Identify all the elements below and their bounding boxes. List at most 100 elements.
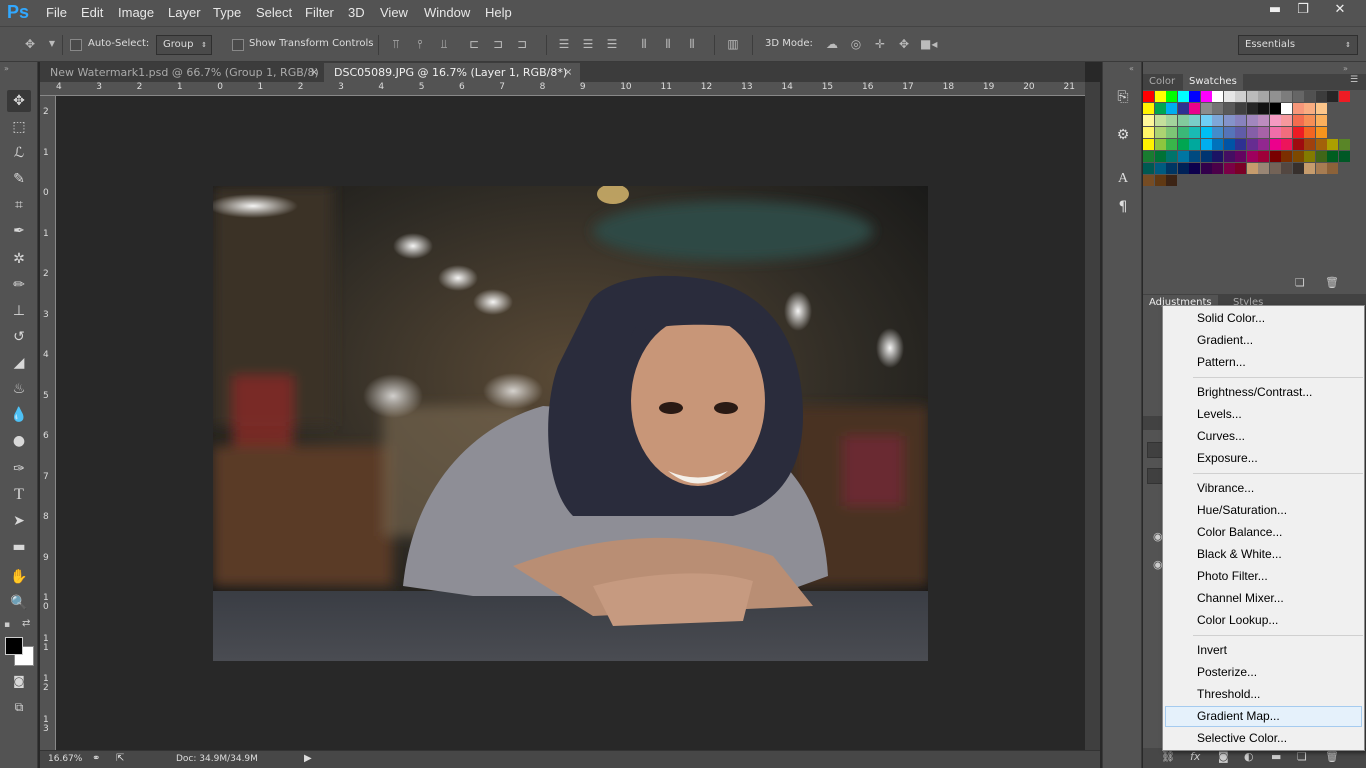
new-layer-icon[interactable]: ❏ (1297, 750, 1307, 763)
color-swatch[interactable] (1315, 115, 1327, 126)
collapse-icon[interactable]: « (1129, 64, 1134, 73)
paragraph-panel-icon[interactable]: ¶ (1112, 196, 1134, 218)
distribute-top-icon[interactable]: ☰ (556, 36, 572, 52)
color-swatch[interactable] (1154, 151, 1166, 162)
color-swatch[interactable] (1189, 139, 1200, 150)
tab-color[interactable]: Color (1143, 74, 1181, 90)
link-layers-icon[interactable]: ⛓ (1161, 750, 1175, 763)
color-swatch[interactable] (1166, 163, 1177, 174)
color-swatch[interactable] (1281, 91, 1292, 102)
dodge-tool-icon[interactable]: ● (7, 430, 31, 452)
color-swatch[interactable] (1315, 139, 1327, 150)
color-swatch[interactable] (1258, 127, 1269, 138)
panel-menu-icon[interactable]: ☰ (1350, 75, 1358, 85)
quick-selection-tool-icon[interactable]: ✎ (7, 168, 31, 190)
distribute-bottom-icon[interactable]: ☰ (604, 36, 620, 52)
type-tool-icon[interactable]: T (7, 484, 31, 506)
menu-item-vibrance[interactable]: Vibrance... (1165, 478, 1362, 499)
color-swatch[interactable] (1235, 115, 1246, 126)
color-swatch[interactable] (1235, 103, 1246, 114)
color-swatch[interactable] (1327, 139, 1338, 150)
color-swatch[interactable] (1338, 91, 1350, 102)
distribute-vcenter-icon[interactable]: ☰ (580, 36, 596, 52)
color-swatch[interactable] (1269, 139, 1281, 150)
collapse-icon[interactable]: » (4, 64, 9, 73)
zoom-tool-icon[interactable]: 🔍 (7, 592, 31, 614)
menu-item-black-white[interactable]: Black & White... (1165, 544, 1362, 565)
color-swatch[interactable] (1166, 175, 1177, 186)
adjustment-layer-icon[interactable]: ◐ (1244, 750, 1254, 763)
color-swatch[interactable] (1200, 103, 1212, 114)
menu-filter[interactable]: Filter (305, 5, 334, 20)
color-swatch[interactable] (1143, 175, 1154, 186)
layers-panel-tab[interactable] (1143, 416, 1163, 430)
color-swatch[interactable] (1189, 115, 1200, 126)
color-swatch[interactable] (1223, 91, 1235, 102)
color-swatch[interactable] (1223, 151, 1235, 162)
menu-item-brightness-contrast[interactable]: Brightness/Contrast... (1165, 382, 1362, 403)
tab-swatches[interactable]: Swatches (1183, 74, 1243, 90)
color-swatch[interactable] (1235, 127, 1246, 138)
color-swatch[interactable] (1177, 127, 1189, 138)
color-swatch[interactable] (1143, 139, 1154, 150)
color-swatch[interactable] (1166, 91, 1177, 102)
color-swatch[interactable] (1223, 163, 1235, 174)
share-icon[interactable]: ⇱ (116, 753, 124, 764)
document-image[interactable] (213, 186, 928, 661)
color-swatch[interactable] (1292, 115, 1304, 126)
3d-roll-icon[interactable]: ◎ (848, 36, 864, 52)
color-swatch[interactable] (1292, 91, 1304, 102)
color-swatch[interactable] (1304, 163, 1315, 174)
color-swatch[interactable] (1212, 163, 1223, 174)
screen-mode-icon[interactable]: ⧉ (7, 696, 31, 718)
color-swatch[interactable] (1143, 115, 1154, 126)
color-swatch[interactable] (1292, 151, 1304, 162)
color-swatch[interactable] (1304, 115, 1315, 126)
color-swatch[interactable] (1177, 139, 1189, 150)
color-swatch[interactable] (1292, 139, 1304, 150)
color-swatch[interactable] (1246, 115, 1258, 126)
color-swatch[interactable] (1304, 91, 1315, 102)
color-swatch[interactable] (1281, 127, 1292, 138)
default-colors-icon[interactable]: ▪ (4, 620, 10, 630)
color-swatch[interactable] (1166, 139, 1177, 150)
color-swatch[interactable] (1269, 163, 1281, 174)
path-selection-tool-icon[interactable]: ➤ (7, 510, 31, 532)
color-swatch[interactable] (1177, 103, 1189, 114)
color-swatch[interactable] (1246, 91, 1258, 102)
history-panel-icon[interactable]: ⎘ (1112, 86, 1134, 108)
vertical-scrollbar[interactable] (1085, 82, 1100, 750)
menu-select[interactable]: Select (256, 5, 292, 20)
menu-edit[interactable]: Edit (81, 5, 103, 20)
color-swatch[interactable] (1223, 127, 1235, 138)
menu-layer[interactable]: Layer (168, 5, 201, 20)
color-swatch[interactable] (1304, 127, 1315, 138)
color-swatch[interactable] (1212, 151, 1223, 162)
3d-pan-icon[interactable]: ✛ (872, 36, 888, 52)
menu-item-levels[interactable]: Levels... (1165, 404, 1362, 425)
color-swatch[interactable] (1212, 127, 1223, 138)
color-swatch[interactable] (1235, 151, 1246, 162)
menu-help[interactable]: Help (485, 5, 512, 20)
auto-select-checkbox[interactable] (70, 39, 82, 51)
3d-orbit-icon[interactable]: ☁ (824, 36, 840, 52)
color-swatch[interactable] (1246, 127, 1258, 138)
menu-view[interactable]: View (380, 5, 408, 20)
color-swatch[interactable] (1223, 103, 1235, 114)
rectangle-tool-icon[interactable]: ▬ (7, 536, 31, 558)
color-swatch[interactable] (1154, 163, 1166, 174)
color-swatch[interactable] (1246, 163, 1258, 174)
fx-icon[interactable]: fx (1190, 750, 1200, 763)
color-swatch[interactable] (1315, 91, 1327, 102)
properties-panel-icon[interactable]: ⚙ (1112, 124, 1134, 146)
color-swatch[interactable] (1212, 115, 1223, 126)
color-swatch[interactable] (1258, 151, 1269, 162)
menu-3d[interactable]: 3D (348, 5, 365, 20)
menu-item-photo-filter[interactable]: Photo Filter... (1165, 566, 1362, 587)
menu-item-pattern[interactable]: Pattern... (1165, 352, 1362, 373)
color-swatch[interactable] (1315, 163, 1327, 174)
trash-icon[interactable]: 🗑 (1325, 276, 1339, 289)
color-swatch[interactable] (1143, 163, 1154, 174)
color-swatch[interactable] (1281, 163, 1292, 174)
lasso-tool-icon[interactable]: ℒ (7, 142, 31, 164)
